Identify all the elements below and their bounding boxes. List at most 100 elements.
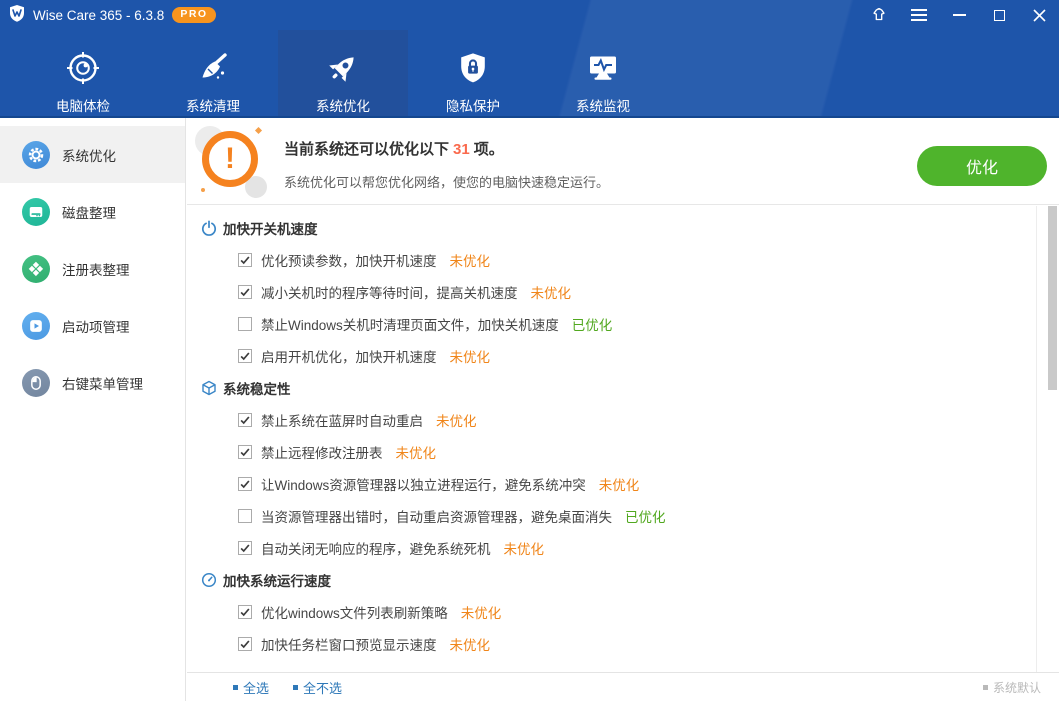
sidebar-item-label: 系统优化 <box>62 145 116 165</box>
item-status: 未优化 <box>450 634 491 654</box>
optimize-item-row[interactable]: 禁止远程修改注册表 未优化 <box>187 436 1059 468</box>
sidebar-item-disk-defrag[interactable]: 磁盘整理 <box>0 183 185 240</box>
tab-label: 隐私保护 <box>446 95 500 115</box>
item-status: 已优化 <box>572 314 613 334</box>
menu-icon[interactable] <box>899 0 939 30</box>
optimize-button[interactable]: 优化 <box>917 146 1047 186</box>
sidebar-item-label: 注册表整理 <box>62 259 130 279</box>
cube-icon <box>200 380 217 397</box>
item-status: 未优化 <box>531 282 572 302</box>
item-label: 加快任务栏窗口预览显示速度 <box>261 634 437 654</box>
item-label: 当资源管理器出错时，自动重启资源管理器，避免桌面消失 <box>261 506 612 526</box>
tab-pc-checkup[interactable]: 电脑体检 <box>18 30 148 116</box>
item-label: 禁止远程修改注册表 <box>261 442 383 462</box>
square-bullet-icon <box>983 685 988 690</box>
tab-system-cleaner[interactable]: 系统清理 <box>148 30 278 116</box>
item-checkbox[interactable] <box>238 541 252 555</box>
optimize-item-row[interactable]: 优化windows文件列表刷新策略 未优化 <box>187 596 1059 628</box>
item-status: 已优化 <box>625 506 666 526</box>
item-label: 启用开机优化，加快开机速度 <box>261 346 437 366</box>
section-header-system-speed: 加快系统运行速度 <box>187 564 1059 596</box>
rocket-icon <box>325 48 361 88</box>
item-checkbox[interactable] <box>238 477 252 491</box>
sidebar-item-startup-manager[interactable]: 启动项管理 <box>0 297 185 354</box>
section-header-system-stability: 系统稳定性 <box>187 372 1059 404</box>
item-status: 未优化 <box>436 410 477 430</box>
optimize-summary-bar: ! 当前系统还可以优化以下31项。 系统优化可以帮您优化网络，使您的电脑快速稳定… <box>187 118 1059 205</box>
sidebar-item-registry-defrag[interactable]: 注册表整理 <box>0 240 185 297</box>
item-status: 未优化 <box>450 250 491 270</box>
item-checkbox[interactable] <box>238 637 252 651</box>
item-label: 让Windows资源管理器以独立进程运行，避免系统冲突 <box>261 474 586 494</box>
content-area: ! 当前系统还可以优化以下31项。 系统优化可以帮您优化网络，使您的电脑快速稳定… <box>187 118 1059 701</box>
theme-icon[interactable] <box>859 0 899 30</box>
broom-icon <box>195 48 231 88</box>
sidebar-item-system-tuneup[interactable]: 系统优化 <box>0 126 185 183</box>
optimize-item-row[interactable]: 加快任务栏窗口预览显示速度 未优化 <box>187 628 1059 660</box>
optimize-item-row[interactable]: 禁止Windows关机时清理页面文件，加快关机速度 已优化 <box>187 308 1059 340</box>
checkup-radar-icon <box>65 48 101 88</box>
app-header: Wise Care 365 - 6.3.8 PRO <box>0 0 1059 118</box>
item-checkbox[interactable] <box>238 509 252 523</box>
scrollbar-thumb[interactable] <box>1048 206 1057 390</box>
tab-system-tuneup[interactable]: 系统优化 <box>278 30 408 116</box>
minimize-icon[interactable] <box>939 0 979 30</box>
app-window: Wise Care 365 - 6.3.8 PRO <box>0 0 1059 701</box>
item-status: 未优化 <box>461 602 502 622</box>
item-checkbox[interactable] <box>238 445 252 459</box>
app-title: Wise Care 365 - 6.3.8 <box>33 8 164 23</box>
optimize-item-row[interactable]: 禁止系统在蓝屏时自动重启 未优化 <box>187 404 1059 436</box>
item-checkbox[interactable] <box>238 349 252 363</box>
summary-title: 当前系统还可以优化以下31项。 <box>284 138 504 159</box>
item-checkbox[interactable] <box>238 253 252 267</box>
item-checkbox[interactable] <box>238 413 252 427</box>
optimizable-count: 31 <box>453 141 470 158</box>
shield-lock-icon <box>456 48 490 88</box>
item-checkbox[interactable] <box>238 317 252 331</box>
mouse-icon <box>22 369 50 397</box>
maximize-icon[interactable] <box>979 0 1019 30</box>
tab-label: 系统优化 <box>316 95 370 115</box>
main-nav: 电脑体检 系统清理 <box>18 30 668 116</box>
monitor-pulse-icon <box>585 48 621 88</box>
section-title: 加快开关机速度 <box>223 218 318 238</box>
power-icon <box>200 220 217 237</box>
optimize-item-row[interactable]: 优化预读参数，加快开机速度 未优化 <box>187 244 1059 276</box>
section-title: 系统稳定性 <box>223 378 291 398</box>
sidebar: 系统优化 磁盘整理 注册表整理 <box>0 118 186 701</box>
gear-icon <box>22 141 50 169</box>
item-label: 禁止Windows关机时清理页面文件，加快关机速度 <box>261 314 559 334</box>
optimize-item-row[interactable]: 自动关闭无响应的程序，避免系统死机 未优化 <box>187 532 1059 564</box>
item-checkbox[interactable] <box>238 605 252 619</box>
item-label: 禁止系统在蓝屏时自动重启 <box>261 410 423 430</box>
system-default-link[interactable]: 系统默认 <box>983 679 1041 696</box>
close-icon[interactable] <box>1019 0 1059 30</box>
tab-label: 系统监视 <box>576 95 630 115</box>
scroll-gutter-divider <box>1036 206 1037 672</box>
square-bullet-icon <box>293 685 298 690</box>
registry-diamonds-icon <box>22 255 50 283</box>
select-none-link[interactable]: 全不选 <box>293 678 342 697</box>
item-checkbox[interactable] <box>238 285 252 299</box>
tab-system-monitor[interactable]: 系统监视 <box>538 30 668 116</box>
app-logo-icon <box>8 4 26 27</box>
pro-badge: PRO <box>172 7 215 23</box>
optimize-item-row[interactable]: 启用开机优化，加快开机速度 未优化 <box>187 340 1059 372</box>
tab-privacy-protector[interactable]: 隐私保护 <box>408 30 538 116</box>
optimize-item-row[interactable]: 让Windows资源管理器以独立进程运行，避免系统冲突 未优化 <box>187 468 1059 500</box>
item-status: 未优化 <box>450 346 491 366</box>
summary-subtitle: 系统优化可以帮您优化网络，使您的电脑快速稳定运行。 <box>284 172 609 191</box>
item-label: 优化预读参数，加快开机速度 <box>261 250 437 270</box>
item-status: 未优化 <box>599 474 640 494</box>
tab-label: 电脑体检 <box>56 95 110 115</box>
item-label: 优化windows文件列表刷新策略 <box>261 602 448 622</box>
optimize-item-row[interactable]: 当资源管理器出错时，自动重启资源管理器，避免桌面消失 已优化 <box>187 500 1059 532</box>
sidebar-item-context-menu-manager[interactable]: 右键菜单管理 <box>0 354 185 411</box>
footer-bar: 全选 全不选 系统默认 <box>187 672 1059 701</box>
select-all-link[interactable]: 全选 <box>233 678 269 697</box>
square-bullet-icon <box>233 685 238 690</box>
sidebar-item-label: 右键菜单管理 <box>62 373 143 393</box>
section-title: 加快系统运行速度 <box>223 570 331 590</box>
section-header-boot-speed: 加快开关机速度 <box>187 212 1059 244</box>
optimize-item-row[interactable]: 减小关机时的程序等待时间，提高关机速度 未优化 <box>187 276 1059 308</box>
